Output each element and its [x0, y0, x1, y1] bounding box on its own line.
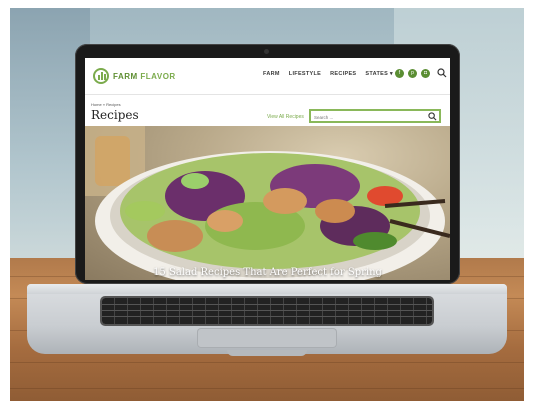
breadcrumb[interactable]: Home » Recipes	[91, 102, 121, 107]
search-icon[interactable]	[428, 112, 437, 121]
chevron-down-icon: ▾	[389, 71, 393, 77]
nav-farm[interactable]: FARM	[263, 71, 280, 77]
instagram-icon[interactable]: ◘	[421, 69, 430, 78]
nav-recipes[interactable]: RECIPES	[330, 71, 356, 77]
logo-icon	[93, 68, 109, 84]
facebook-icon[interactable]: f	[395, 69, 404, 78]
site-header: FARM FLAVOR FARM LIFESTYLE RECIPES STATE…	[85, 58, 450, 95]
trackpad	[197, 328, 337, 348]
search-input[interactable]	[314, 112, 424, 122]
camera-icon	[264, 49, 269, 54]
logo-text-flavor: FLAVOR	[140, 71, 176, 81]
pinterest-icon[interactable]: p	[408, 69, 417, 78]
nav-lifestyle[interactable]: LIFESTYLE	[289, 71, 321, 77]
nav-states[interactable]: STATES ▾	[365, 71, 393, 77]
keyboard	[102, 298, 432, 324]
view-all-recipes-link[interactable]: View All Recipes	[267, 114, 304, 120]
hero-title[interactable]: 15 Salad Recipes That Are Perfect for Sp…	[85, 267, 450, 278]
recipe-search	[309, 109, 441, 123]
search-icon[interactable]	[437, 68, 447, 78]
main-nav: FARM LIFESTYLE RECIPES STATES ▾	[263, 71, 393, 77]
laptop-lid: FARM FLAVOR FARM LIFESTYLE RECIPES STATE…	[75, 44, 460, 284]
laptop-base	[27, 284, 507, 356]
hero-image[interactable]: 15 Salad Recipes That Are Perfect for Sp…	[85, 126, 450, 280]
salad-photo	[85, 126, 450, 280]
social-links: f p ◘	[395, 69, 430, 78]
site-logo[interactable]: FARM FLAVOR	[93, 67, 176, 85]
page-title: Recipes	[91, 108, 139, 122]
browser-screen: FARM FLAVOR FARM LIFESTYLE RECIPES STATE…	[85, 58, 450, 280]
logo-text-farm: FARM	[113, 71, 138, 81]
photo-scene: FARM FLAVOR FARM LIFESTYLE RECIPES STATE…	[0, 0, 534, 409]
